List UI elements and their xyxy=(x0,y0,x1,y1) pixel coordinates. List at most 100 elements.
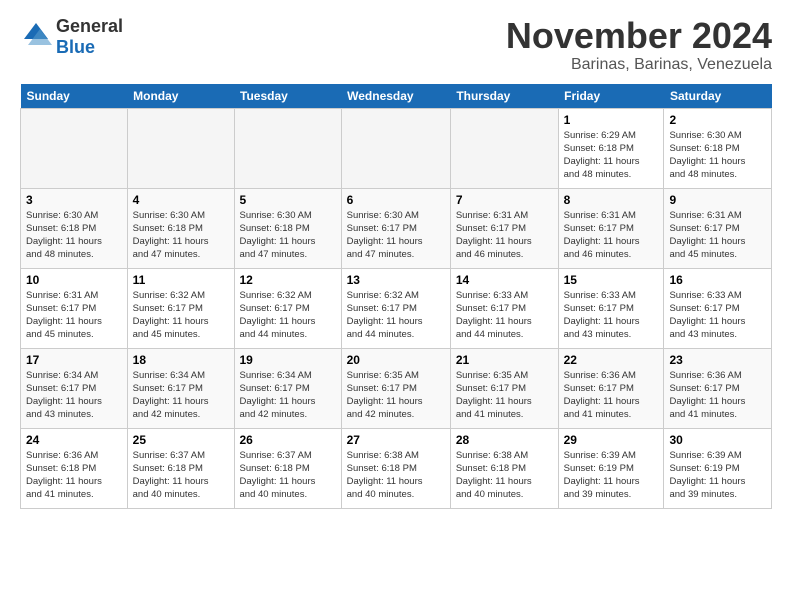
calendar-cell: 5 Sunrise: 6:30 AM Sunset: 6:18 PM Daylig… xyxy=(234,188,341,268)
day-detail: Sunrise: 6:37 AM Sunset: 6:18 PM Dayligh… xyxy=(133,449,229,502)
calendar-header-row: Sunday Monday Tuesday Wednesday Thursday… xyxy=(21,84,772,109)
calendar-cell: 6Sunrise: 6:30 AM Sunset: 6:17 PM Daylig… xyxy=(341,188,450,268)
header-thursday: Thursday xyxy=(450,84,558,109)
day-number: 23 xyxy=(669,353,766,367)
calendar-cell: 2 Sunrise: 6:30 AM Sunset: 6:18 PM Daylig… xyxy=(664,108,772,188)
day-number: 11 xyxy=(133,273,229,287)
day-detail: Sunrise: 6:37 AM Sunset: 6:18 PM Dayligh… xyxy=(240,449,336,502)
day-number: 15 xyxy=(564,273,659,287)
calendar-cell: 26 Sunrise: 6:37 AM Sunset: 6:18 PM Dayli… xyxy=(234,428,341,508)
calendar-cell xyxy=(127,108,234,188)
calendar-cell: 15 Sunrise: 6:33 AM Sunset: 6:17 PM Dayli… xyxy=(558,268,664,348)
day-number: 4 xyxy=(133,193,229,207)
calendar-cell: 7Sunrise: 6:31 AM Sunset: 6:17 PM Daylig… xyxy=(450,188,558,268)
calendar-cell: 4 Sunrise: 6:30 AM Sunset: 6:18 PM Daylig… xyxy=(127,188,234,268)
day-detail: Sunrise: 6:33 AM Sunset: 6:17 PM Dayligh… xyxy=(564,289,659,342)
header-row: General Blue November 2024 Barinas, Bari… xyxy=(20,16,772,74)
main-title: November 2024 xyxy=(506,16,772,56)
day-number: 19 xyxy=(240,353,336,367)
day-detail: Sunrise: 6:30 AM Sunset: 6:17 PM Dayligh… xyxy=(347,209,445,262)
day-detail: Sunrise: 6:32 AM Sunset: 6:17 PM Dayligh… xyxy=(347,289,445,342)
header-monday: Monday xyxy=(127,84,234,109)
week-row-4: 17 Sunrise: 6:34 AM Sunset: 6:17 PM Dayli… xyxy=(21,348,772,428)
calendar-cell: 30 Sunrise: 6:39 AM Sunset: 6:19 PM Dayli… xyxy=(664,428,772,508)
calendar-cell: 11 Sunrise: 6:32 AM Sunset: 6:17 PM Dayli… xyxy=(127,268,234,348)
day-detail: Sunrise: 6:38 AM Sunset: 6:18 PM Dayligh… xyxy=(347,449,445,502)
day-detail: Sunrise: 6:32 AM Sunset: 6:17 PM Dayligh… xyxy=(240,289,336,342)
calendar-cell: 23 Sunrise: 6:36 AM Sunset: 6:17 PM Dayli… xyxy=(664,348,772,428)
day-number: 30 xyxy=(669,433,766,447)
day-detail: Sunrise: 6:31 AM Sunset: 6:17 PM Dayligh… xyxy=(669,209,766,262)
week-row-2: 3 Sunrise: 6:30 AM Sunset: 6:18 PM Daylig… xyxy=(21,188,772,268)
day-number: 25 xyxy=(133,433,229,447)
day-number: 1 xyxy=(564,113,659,127)
day-number: 17 xyxy=(26,353,122,367)
day-detail: Sunrise: 6:31 AM Sunset: 6:17 PM Dayligh… xyxy=(564,209,659,262)
day-number: 9 xyxy=(669,193,766,207)
calendar-cell: 19Sunrise: 6:34 AM Sunset: 6:17 PM Dayli… xyxy=(234,348,341,428)
calendar-cell xyxy=(450,108,558,188)
week-row-5: 24 Sunrise: 6:36 AM Sunset: 6:18 PM Dayli… xyxy=(21,428,772,508)
logo-general: General xyxy=(56,16,123,36)
calendar-cell: 12Sunrise: 6:32 AM Sunset: 6:17 PM Dayli… xyxy=(234,268,341,348)
day-detail: Sunrise: 6:35 AM Sunset: 6:17 PM Dayligh… xyxy=(456,369,553,422)
header-wednesday: Wednesday xyxy=(341,84,450,109)
day-detail: Sunrise: 6:30 AM Sunset: 6:18 PM Dayligh… xyxy=(240,209,336,262)
header-friday: Friday xyxy=(558,84,664,109)
day-detail: Sunrise: 6:30 AM Sunset: 6:18 PM Dayligh… xyxy=(26,209,122,262)
header-saturday: Saturday xyxy=(664,84,772,109)
calendar-cell: 3 Sunrise: 6:30 AM Sunset: 6:18 PM Daylig… xyxy=(21,188,128,268)
calendar-cell: 29 Sunrise: 6:39 AM Sunset: 6:19 PM Dayli… xyxy=(558,428,664,508)
day-number: 14 xyxy=(456,273,553,287)
calendar-cell: 17 Sunrise: 6:34 AM Sunset: 6:17 PM Dayli… xyxy=(21,348,128,428)
day-number: 24 xyxy=(26,433,122,447)
day-detail: Sunrise: 6:39 AM Sunset: 6:19 PM Dayligh… xyxy=(669,449,766,502)
calendar-cell: 1 Sunrise: 6:29 AM Sunset: 6:18 PM Daylig… xyxy=(558,108,664,188)
day-number: 27 xyxy=(347,433,445,447)
calendar-cell xyxy=(341,108,450,188)
day-number: 28 xyxy=(456,433,553,447)
day-number: 2 xyxy=(669,113,766,127)
calendar-cell: 9 Sunrise: 6:31 AM Sunset: 6:17 PM Daylig… xyxy=(664,188,772,268)
calendar-cell: 13 Sunrise: 6:32 AM Sunset: 6:17 PM Dayli… xyxy=(341,268,450,348)
day-detail: Sunrise: 6:39 AM Sunset: 6:19 PM Dayligh… xyxy=(564,449,659,502)
week-row-1: 1 Sunrise: 6:29 AM Sunset: 6:18 PM Daylig… xyxy=(21,108,772,188)
calendar-cell: 24 Sunrise: 6:36 AM Sunset: 6:18 PM Dayli… xyxy=(21,428,128,508)
calendar-table: Sunday Monday Tuesday Wednesday Thursday… xyxy=(20,84,772,509)
day-number: 26 xyxy=(240,433,336,447)
calendar-cell: 8 Sunrise: 6:31 AM Sunset: 6:17 PM Daylig… xyxy=(558,188,664,268)
calendar-cell: 27 Sunrise: 6:38 AM Sunset: 6:18 PM Dayli… xyxy=(341,428,450,508)
calendar-cell: 28Sunrise: 6:38 AM Sunset: 6:18 PM Dayli… xyxy=(450,428,558,508)
logo-blue: Blue xyxy=(56,37,95,57)
day-detail: Sunrise: 6:30 AM Sunset: 6:18 PM Dayligh… xyxy=(669,129,766,182)
day-number: 13 xyxy=(347,273,445,287)
day-number: 5 xyxy=(240,193,336,207)
day-detail: Sunrise: 6:29 AM Sunset: 6:18 PM Dayligh… xyxy=(564,129,659,182)
day-number: 18 xyxy=(133,353,229,367)
day-detail: Sunrise: 6:31 AM Sunset: 6:17 PM Dayligh… xyxy=(26,289,122,342)
header-sunday: Sunday xyxy=(21,84,128,109)
day-detail: Sunrise: 6:30 AM Sunset: 6:18 PM Dayligh… xyxy=(133,209,229,262)
day-number: 3 xyxy=(26,193,122,207)
calendar-cell: 10Sunrise: 6:31 AM Sunset: 6:17 PM Dayli… xyxy=(21,268,128,348)
day-detail: Sunrise: 6:32 AM Sunset: 6:17 PM Dayligh… xyxy=(133,289,229,342)
title-block: November 2024 Barinas, Barinas, Venezuel… xyxy=(506,16,772,74)
calendar-cell: 21 Sunrise: 6:35 AM Sunset: 6:17 PM Dayli… xyxy=(450,348,558,428)
day-number: 29 xyxy=(564,433,659,447)
calendar-cell: 25 Sunrise: 6:37 AM Sunset: 6:18 PM Dayli… xyxy=(127,428,234,508)
day-detail: Sunrise: 6:33 AM Sunset: 6:17 PM Dayligh… xyxy=(669,289,766,342)
day-detail: Sunrise: 6:36 AM Sunset: 6:17 PM Dayligh… xyxy=(564,369,659,422)
logo: General Blue xyxy=(20,16,123,58)
page-container: General Blue November 2024 Barinas, Bari… xyxy=(0,0,792,525)
calendar-cell xyxy=(234,108,341,188)
day-detail: Sunrise: 6:36 AM Sunset: 6:18 PM Dayligh… xyxy=(26,449,122,502)
calendar-cell: 22Sunrise: 6:36 AM Sunset: 6:17 PM Dayli… xyxy=(558,348,664,428)
day-number: 8 xyxy=(564,193,659,207)
day-detail: Sunrise: 6:33 AM Sunset: 6:17 PM Dayligh… xyxy=(456,289,553,342)
day-detail: Sunrise: 6:34 AM Sunset: 6:17 PM Dayligh… xyxy=(26,369,122,422)
header-tuesday: Tuesday xyxy=(234,84,341,109)
day-detail: Sunrise: 6:36 AM Sunset: 6:17 PM Dayligh… xyxy=(669,369,766,422)
day-number: 16 xyxy=(669,273,766,287)
day-detail: Sunrise: 6:31 AM Sunset: 6:17 PM Dayligh… xyxy=(456,209,553,262)
day-number: 21 xyxy=(456,353,553,367)
